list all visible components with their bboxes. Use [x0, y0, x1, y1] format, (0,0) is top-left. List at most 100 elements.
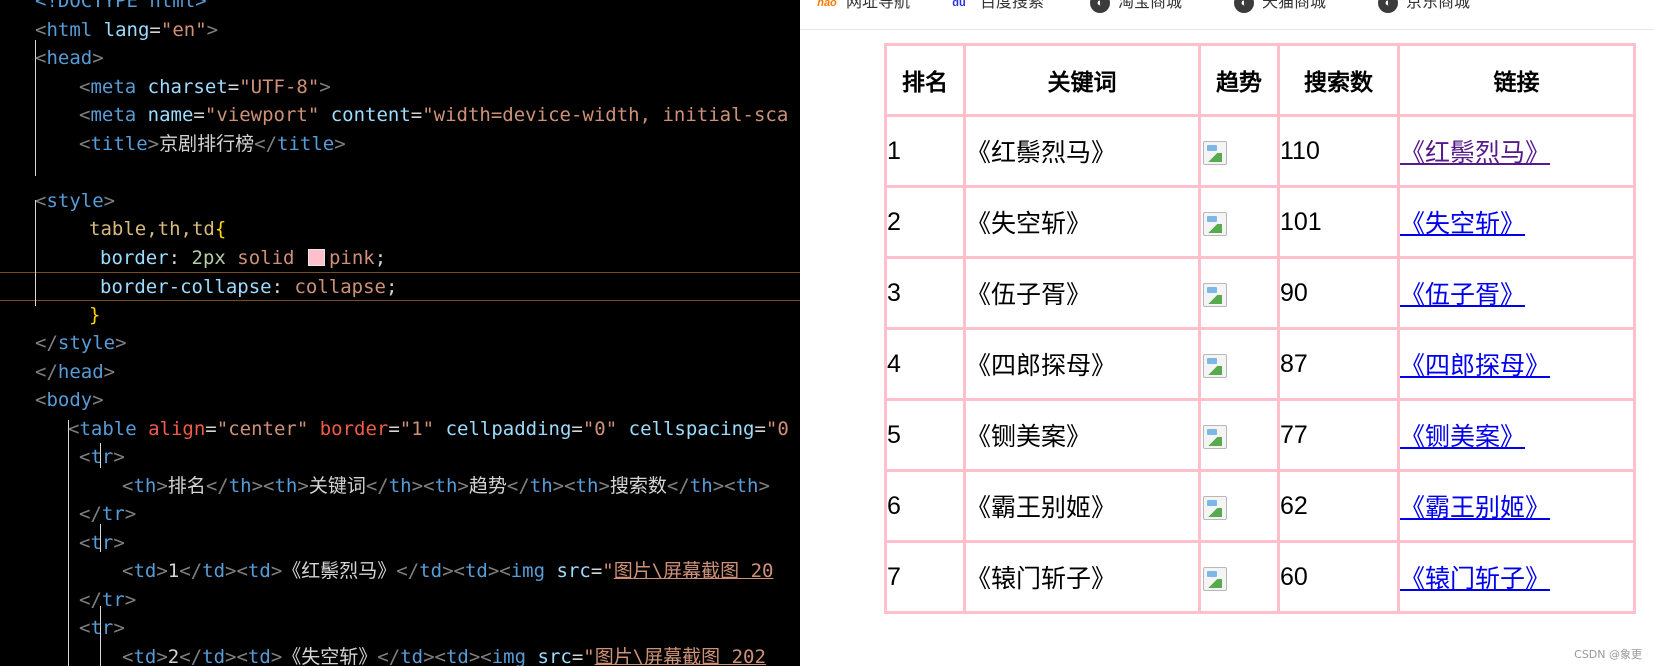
code-token: head — [46, 47, 93, 69]
code-line[interactable] — [0, 158, 800, 187]
globe-icon: ◐ — [1090, 0, 1110, 13]
code-token: < — [122, 560, 134, 582]
code-line[interactable]: </tr> — [0, 586, 800, 615]
code-token: { — [214, 218, 227, 240]
color-swatch-icon[interactable] — [307, 248, 325, 266]
code-line[interactable]: <table align="center" border="1" cellpad… — [0, 415, 800, 444]
bookmark-item[interactable]: hao 网址导航 — [814, 0, 910, 15]
code-token: ; — [386, 276, 398, 298]
code-token: cellspacing — [617, 417, 755, 440]
code-token: > — [156, 560, 168, 582]
code-line[interactable]: <meta name="viewport" content="width=dev… — [0, 101, 800, 130]
code-line[interactable]: <tr> — [0, 614, 800, 643]
code-line[interactable]: <title>京剧排行榜</title> — [0, 130, 800, 159]
broken-image-icon — [1203, 211, 1227, 236]
code-token: < — [79, 104, 91, 126]
code-token: > — [113, 617, 125, 639]
link-cell: 《霸王别姬》 — [1397, 469, 1636, 543]
code-token: border — [100, 246, 169, 269]
code-token: > — [598, 474, 610, 497]
opera-link[interactable]: 《四郎探母》 — [1400, 352, 1550, 380]
bookmarks-bar: hao 网址导航 du 百度搜索 ◐ 淘宝商城 ◐ 天猫商城 ◐ 京东商城 — [800, 0, 1654, 30]
code-line[interactable]: border-collapse: collapse; — [0, 272, 800, 301]
table-row: 5 《铡美案》 77 《铡美案》 — [884, 398, 1636, 472]
code-token: >< — [487, 560, 511, 582]
code-token: solid — [225, 246, 306, 269]
code-token: tr — [90, 531, 114, 554]
code-token: th — [735, 474, 759, 497]
bookmark-item[interactable]: ◐ 天猫商城 — [1234, 0, 1326, 15]
keyword-cell: 《霸王别姬》 — [963, 469, 1201, 543]
code-line[interactable]: <td>1</td><td>《红鬃烈马》</td><td><img src="图… — [0, 557, 800, 586]
code-token: < — [35, 189, 47, 212]
keyword-cell: 《四郎探母》 — [963, 327, 1201, 401]
code-line[interactable]: <style> — [0, 187, 800, 216]
code-token: td — [133, 560, 157, 582]
bookmark-item[interactable]: ◐ 淘宝商城 — [1090, 0, 1182, 15]
opera-link[interactable]: 《铡美案》 — [1400, 423, 1525, 451]
code-line[interactable]: table,th,td{ — [0, 215, 800, 244]
code-token: 京剧排行榜 — [159, 132, 255, 155]
code-editor[interactable]: <!DOCTYPE html> <html lang="en"> <head> <me… — [0, 0, 800, 666]
code-line[interactable]: </style> — [0, 329, 800, 358]
trend-cell — [1198, 540, 1280, 614]
opera-link[interactable]: 《霸王别姬》 — [1400, 494, 1550, 522]
code-line[interactable]: <html lang="en"> — [0, 16, 800, 45]
bookmark-label: 京东商城 — [1406, 0, 1471, 11]
code-token: </ — [35, 360, 58, 383]
code-token: > — [92, 47, 104, 69]
bookmark-label: 天猫商城 — [1262, 0, 1327, 11]
table-header-row: 排名 关键词 趋势 搜索数 链接 — [884, 43, 1636, 117]
code-line[interactable]: <body> — [0, 386, 800, 415]
code-line[interactable]: <td>2</td><td>《失空斩》</td><td><img src="图片… — [0, 643, 800, 666]
code-token: > — [92, 389, 104, 411]
opera-link[interactable]: 《伍子胥》 — [1400, 281, 1525, 309]
code-token: = — [193, 104, 205, 126]
keyword-cell: 《失空斩》 — [963, 185, 1201, 259]
code-line[interactable]: </tr> — [0, 500, 800, 529]
code-line[interactable]: <!DOCTYPE html> — [0, 0, 800, 16]
code-line[interactable]: <meta charset="UTF-8"> — [0, 73, 800, 102]
code-token: > — [270, 560, 283, 582]
code-line[interactable]: <head> — [0, 44, 800, 73]
code-line[interactable]: <th>排名</th><th>关键词</th><th>趋势</th><th>搜索… — [0, 472, 800, 501]
count-cell: 90 — [1277, 256, 1400, 330]
code-line[interactable]: } — [0, 301, 800, 330]
code-token: 搜索数 — [609, 474, 667, 497]
bookmark-item[interactable]: du 百度搜索 — [948, 0, 1044, 15]
code-token: > — [319, 75, 331, 98]
code-line[interactable]: <tr> — [0, 443, 800, 472]
code-token: </ — [506, 474, 530, 497]
code-token: ; — [374, 246, 387, 269]
code-token: = — [149, 18, 161, 41]
opera-link[interactable]: 《失空斩》 — [1400, 210, 1525, 238]
code-token: = — [388, 417, 400, 440]
header-count: 搜索数 — [1277, 43, 1400, 117]
code-token: = — [571, 645, 584, 666]
opera-link[interactable]: 《辕门斩子》 — [1400, 565, 1550, 593]
code-token: lang — [92, 18, 150, 41]
code-token: tr — [90, 617, 114, 639]
broken-image-icon — [1203, 424, 1227, 449]
code-token: >< — [468, 645, 492, 666]
indent-guide — [100, 524, 101, 552]
code-token: > — [113, 531, 125, 554]
code-token: " — [583, 645, 595, 666]
code-line[interactable]: </head> — [0, 358, 800, 387]
code-token: >< — [251, 474, 275, 497]
code-token: title — [90, 132, 148, 155]
code-line[interactable]: border: 2px solid pink; — [0, 244, 800, 273]
trend-cell — [1198, 185, 1280, 259]
code-token: td — [400, 645, 424, 666]
code-token: border — [308, 417, 389, 440]
code-line[interactable]: <tr> — [0, 529, 800, 558]
bookmark-item[interactable]: ◐ 京东商城 — [1378, 0, 1470, 15]
code-token: collapse — [294, 276, 386, 298]
broken-image-icon — [1203, 566, 1227, 591]
count-cell: 77 — [1277, 398, 1400, 472]
table-row: 3 《伍子胥》 90 《伍子胥》 — [884, 256, 1636, 330]
opera-link[interactable]: 《红鬃烈马》 — [1400, 139, 1550, 167]
code-token: td — [133, 645, 157, 666]
indent-guide — [68, 420, 69, 666]
broken-image-icon — [1203, 282, 1227, 307]
